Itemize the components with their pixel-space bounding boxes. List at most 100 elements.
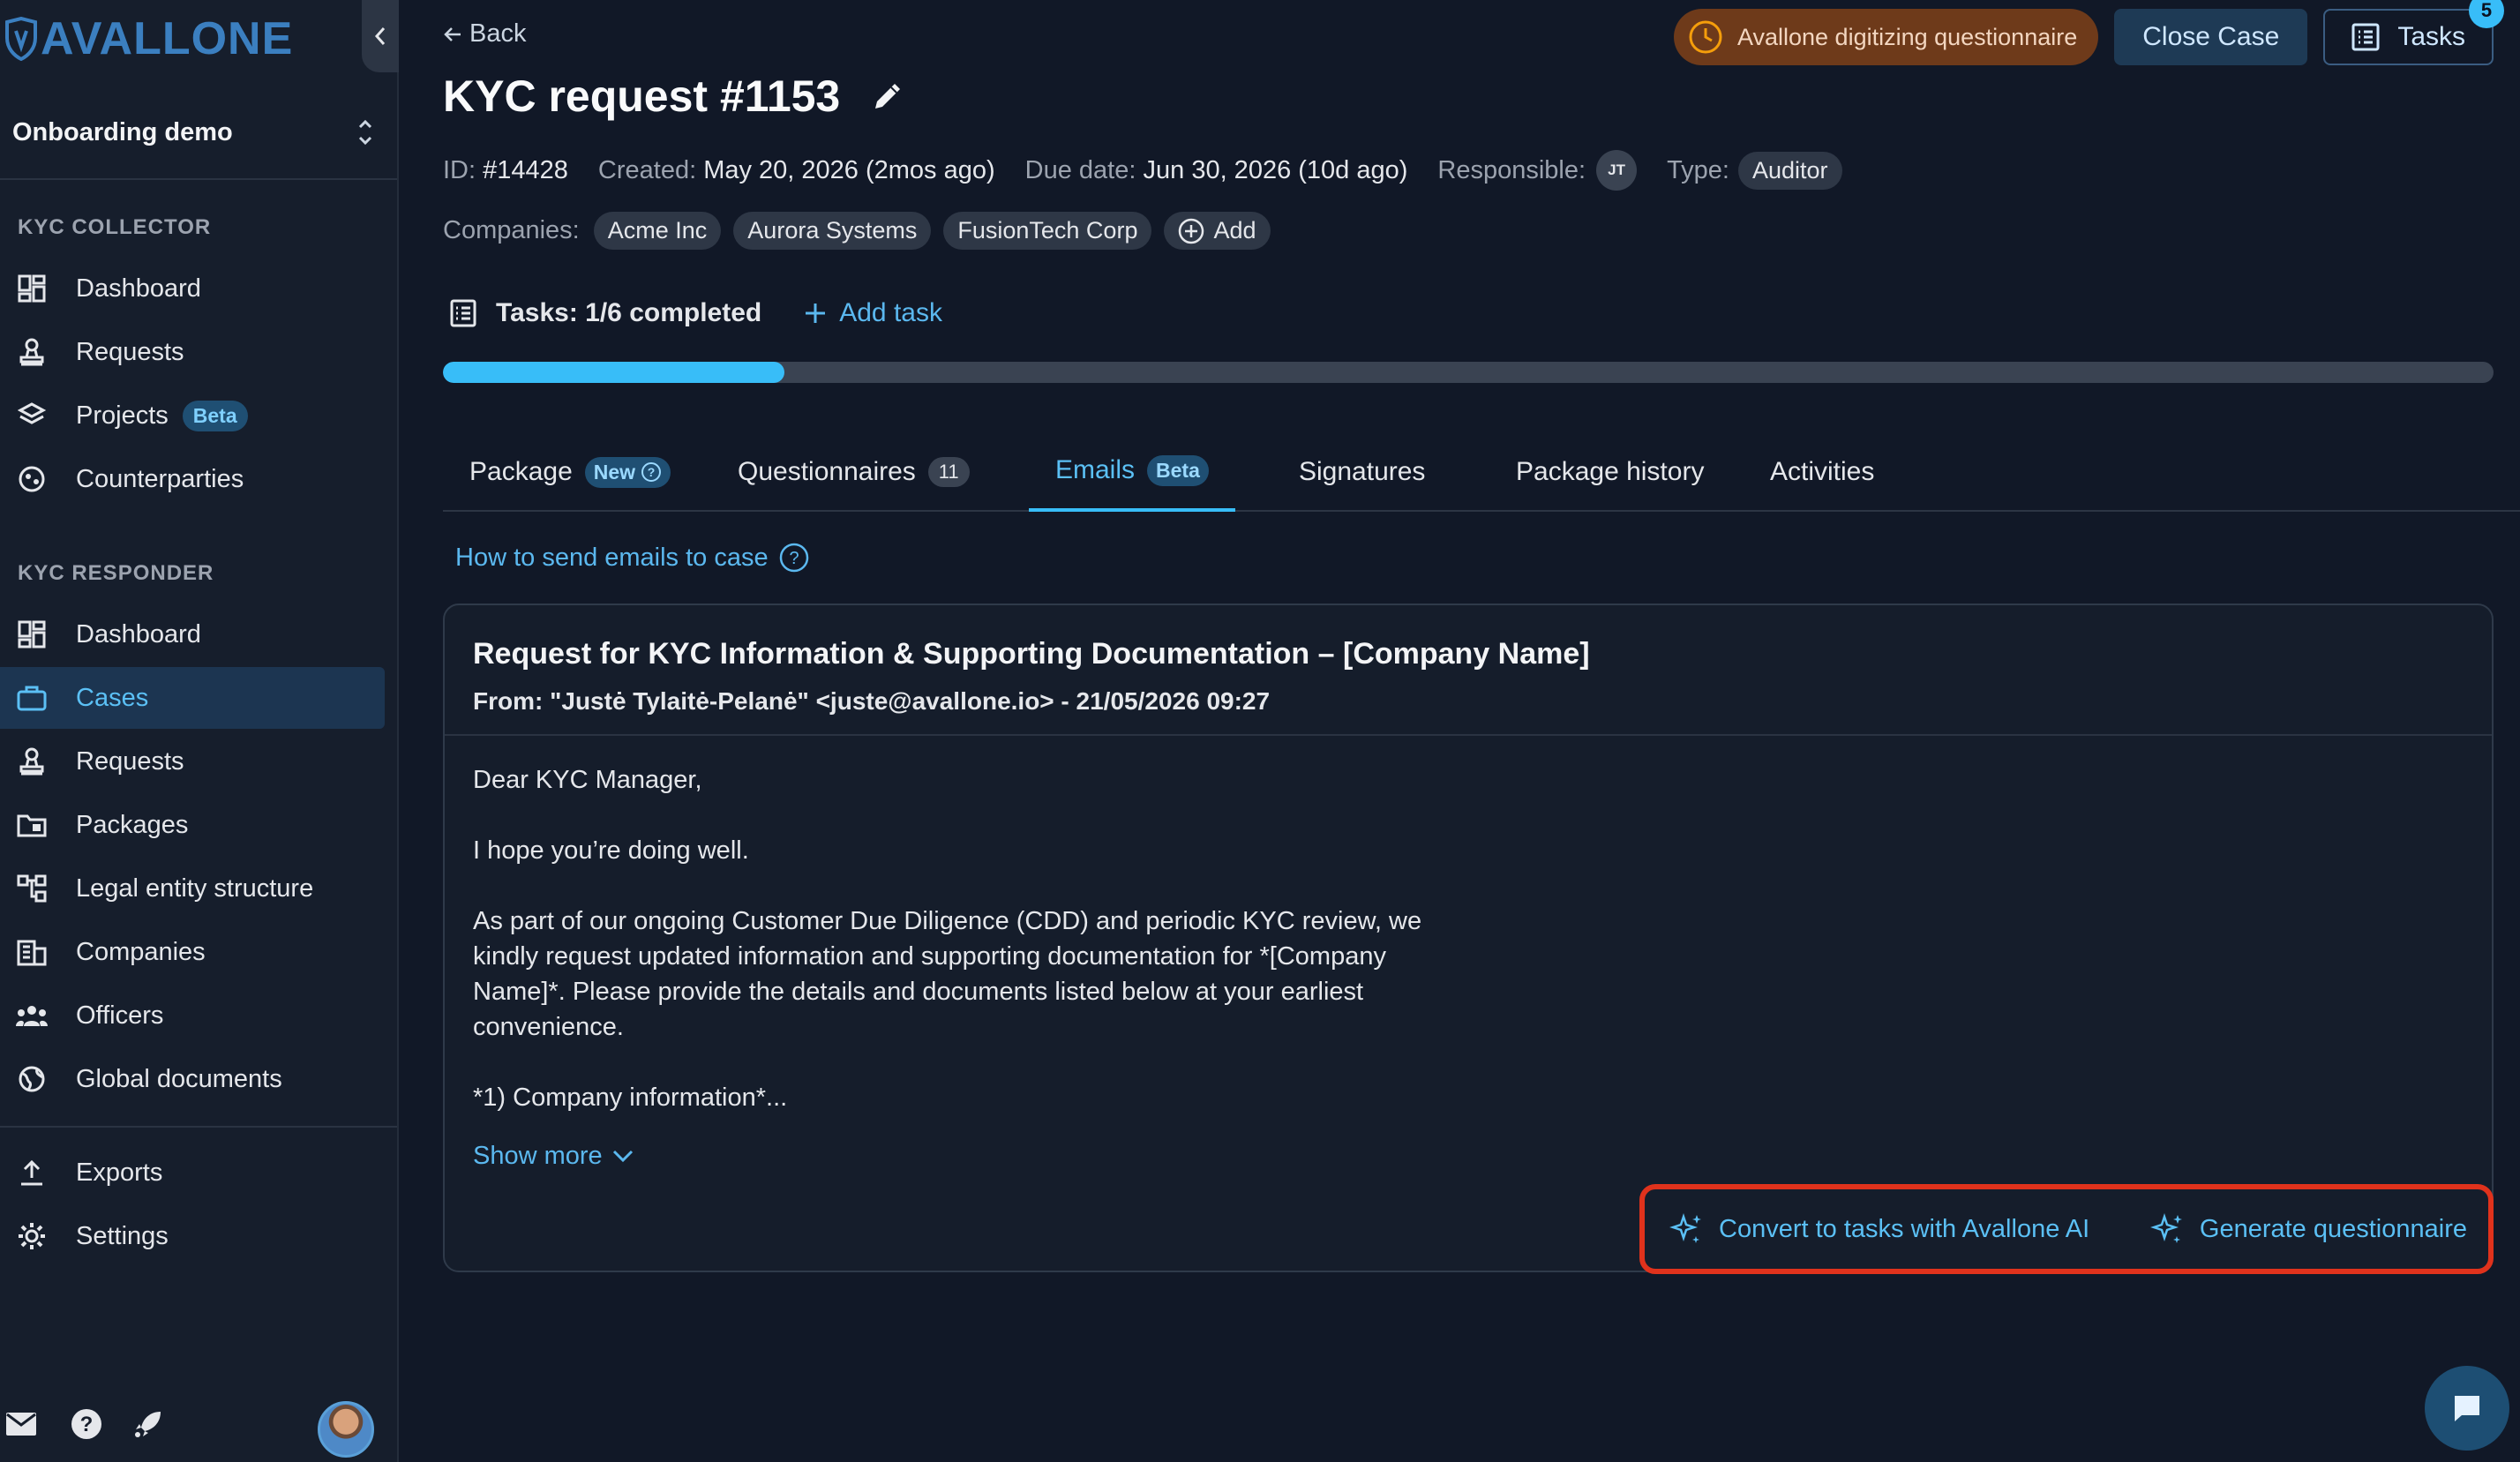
meta-responsible: Responsible: JT [1437,150,1638,191]
sidebar-item-collector-dashboard[interactable]: Dashboard [0,258,385,319]
sidebar-item-counterparties[interactable]: Counterparties [0,448,385,510]
avallone-logo[interactable]: AVALLONE [4,12,293,65]
tab-package[interactable]: Package New? [443,432,697,512]
email-subject: Request for KYC Information & Supporting… [473,637,1590,671]
add-company-button[interactable]: Add [1164,212,1271,250]
upload-icon [14,1155,49,1190]
case-tabs: Package New? Questionnaires 11 Emails Be… [443,432,2520,512]
rocket-icon[interactable] [132,1408,164,1444]
company-chip[interactable]: Acme Inc [593,212,722,250]
email-paragraph: Dear KYC Manager, [473,766,702,794]
add-task-button[interactable]: Add task [804,298,942,328]
meta-created-value: May 20, 2026 (2mos ago) [703,155,995,184]
how-to-send-emails-link[interactable]: How to send emails to case ? [455,543,809,573]
pencil-edit-icon[interactable] [870,79,905,114]
tab-questionnaires[interactable]: Questionnaires 11 [711,432,996,512]
generate-questionnaire-label: Generate questionnaire [2199,1214,2467,1243]
chat-support-button[interactable] [2425,1366,2509,1451]
header-actions: Avallone digitizing questionnaire Close … [1673,0,2504,65]
beta-badge: Beta [182,400,248,431]
meta-responsible-label: Responsible: [1437,155,1586,184]
company-chip[interactable]: FusionTech Corp [943,212,1152,250]
help-circle-icon: ? [641,462,662,482]
clock-icon [1689,20,1722,54]
tab-label: Questionnaires [738,457,916,486]
user-avatar[interactable] [318,1401,374,1458]
tab-activities[interactable]: Activities [1744,432,1901,512]
case-meta: ID: #14428 Created: May 20, 2026 (2mos a… [443,150,1842,191]
tasks-button[interactable]: Tasks 5 [2323,0,2504,65]
sidebar-item-officers[interactable]: Officers [0,985,385,1046]
sidebar-item-legal-entity-structure[interactable]: Legal entity structure [0,858,385,919]
back-link[interactable]: Back [443,19,526,49]
show-more-link[interactable]: Show more [473,1138,2464,1173]
sidebar-item-label: Packages [76,810,189,839]
sidebar-item-label: Dashboard [76,274,201,303]
sidebar-item-settings[interactable]: Settings [0,1205,385,1267]
generate-questionnaire-button[interactable]: Generate questionnaire [2149,1211,2467,1247]
help-icon[interactable]: ? [71,1408,102,1444]
tab-label: Package [469,457,573,486]
email-body: Dear KYC Manager, I hope you’re doing we… [445,736,2492,1200]
sidebar-item-label: Requests [76,337,184,366]
convert-to-tasks-button[interactable]: Convert to tasks with Avallone AI [1669,1211,2089,1247]
companies-row: Companies: Acme Inc Aurora Systems Fusio… [443,212,1271,250]
sidebar-item-label: Requests [76,746,184,776]
sidebar-item-exports[interactable]: Exports [0,1142,385,1203]
new-badge: New? [584,456,671,488]
sidebar-item-responder-requests[interactable]: Requests [0,731,385,792]
svg-text:?: ? [80,1413,94,1436]
mail-icon[interactable] [5,1412,37,1441]
gear-icon [14,1218,49,1254]
checklist-icon [450,299,476,327]
close-case-button[interactable]: Close Case [2114,9,2308,65]
tab-package-history[interactable]: Package history [1489,432,1730,512]
logo-text: AVALLONE [41,13,294,64]
collapse-sidebar-button[interactable] [362,0,399,72]
sidebar-item-cases[interactable]: Cases [0,667,385,729]
tasks-count-badge: 5 [2469,0,2504,28]
main-content: Back Avallone digitizing questionnaire C… [401,0,2520,1462]
sidebar-item-label: Officers [76,1001,164,1030]
meta-created-label: Created: [597,155,697,184]
sidebar-item-label: Exports [76,1158,163,1187]
responsible-avatar[interactable]: JT [1596,150,1638,191]
company-chip[interactable]: Aurora Systems [733,212,932,250]
layers-icon [14,398,49,433]
meta-due: Due date: Jun 30, 2026 (10d ago) [1025,156,1408,185]
add-company-label: Add [1213,217,1256,244]
sidebar-item-companies[interactable]: Companies [0,921,385,983]
sidebar-item-global-documents[interactable]: Global documents [0,1048,385,1110]
meta-id: ID: #14428 [443,156,568,185]
stamp-icon [14,744,49,779]
meta-created: Created: May 20, 2026 (2mos ago) [598,156,995,185]
sidebar-item-packages[interactable]: Packages [0,794,385,856]
sidebar-item-projects[interactable]: Projects Beta [0,385,385,446]
help-circle-icon: ? [779,543,808,573]
tab-emails[interactable]: Emails Beta [1029,432,1235,512]
page-title: KYC request #1153 [443,71,905,122]
sidebar-item-collector-requests[interactable]: Requests [0,321,385,383]
back-label: Back [469,19,527,48]
beta-badge: Beta [1147,454,1209,486]
digitizing-status-pill[interactable]: Avallone digitizing questionnaire [1673,9,2099,65]
tab-signatures[interactable]: Signatures [1272,432,1451,512]
tasks-progress-bar [443,362,2494,383]
email-paragraph: As part of our ongoing Customer Due Dili… [473,907,1422,1041]
sidebar-item-responder-dashboard[interactable]: Dashboard [0,604,385,665]
counterparties-icon [14,461,49,497]
section-title-kyc-responder: KYC RESPONDER [18,561,214,585]
chevron-updown-icon [358,119,372,146]
briefcase-icon [14,680,49,716]
plus-circle-icon [1179,218,1204,244]
arrow-left-icon [444,26,461,41]
sparkles-icon [2149,1213,2182,1243]
questionnaires-count-badge: 11 [927,457,970,487]
ai-actions-highlight: Convert to tasks with Avallone AI Genera… [1639,1184,2494,1274]
tasks-summary: Tasks: 1/6 completed Add task [450,298,942,328]
sidebar-item-label: Legal entity structure [76,873,314,903]
how-to-label: How to send emails to case [455,543,769,572]
tasks-button-label: Tasks [2397,22,2465,51]
workspace-selector[interactable]: Onboarding demo [12,108,374,157]
tab-label: Activities [1770,457,1875,486]
